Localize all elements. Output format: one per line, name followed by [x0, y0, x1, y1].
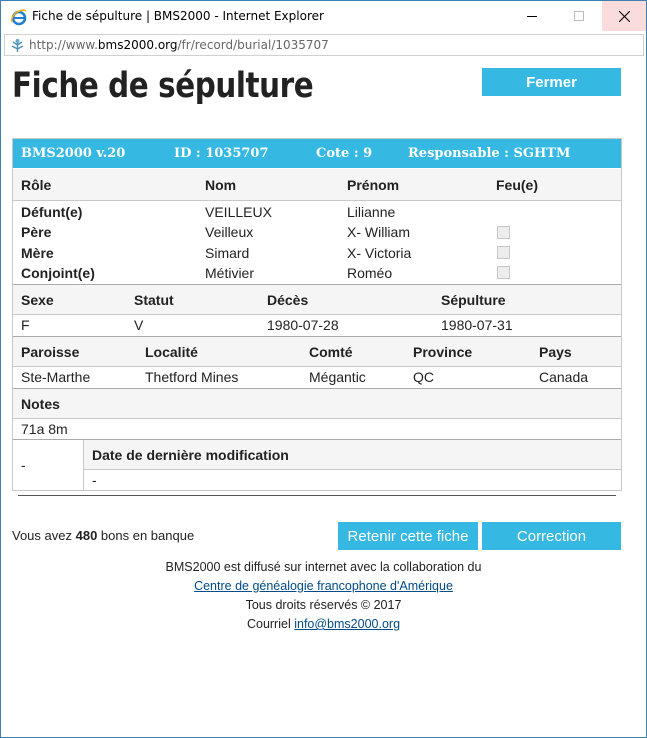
footer-email-line: Courriel info@bms2000.org [246, 617, 401, 631]
window-titlebar: Fiche de sépulture | BMS2000 - Internet … [0, 0, 647, 32]
person-prenom: Lilianne [347, 204, 396, 220]
header-sexe: Sexe [21, 292, 54, 308]
person-nom: Métivier [205, 265, 255, 281]
value-pays: Canada [539, 369, 589, 385]
keep-record-button[interactable]: Retenir cette fiche [338, 522, 478, 550]
feu-checkbox-pere [497, 226, 510, 239]
bons-balance: Vous avez 480 bons en banque [12, 528, 195, 543]
person-prenom: X- Victoria [347, 245, 412, 261]
location-header-row: Paroisse Localité Comté Province Pays [13, 337, 621, 366]
header-localite: Localité [145, 344, 198, 360]
value-statut: V [134, 317, 144, 333]
person-nom: Veilleux [205, 224, 254, 240]
feu-checkbox-mere [497, 246, 510, 259]
value-paroisse: Ste-Marthe [21, 369, 91, 385]
header-role: Rôle [21, 177, 52, 193]
person-role: Défunt(e) [21, 204, 83, 220]
person-prenom: X- William [347, 224, 410, 240]
header-nom: Nom [205, 177, 237, 193]
header-deces: Décès [267, 292, 309, 308]
divider [18, 495, 616, 496]
correction-button[interactable]: Correction [482, 522, 621, 550]
maximize-icon [574, 11, 584, 21]
page-title: Fiche de sépulture [12, 66, 314, 106]
address-field[interactable]: http://www.bms2000.org/fr/record/burial/… [4, 34, 644, 56]
header-prenom: Prénom [347, 177, 400, 193]
value-sexe: F [21, 317, 30, 333]
value-province: QC [413, 369, 434, 385]
minimize-icon [527, 16, 537, 17]
close-icon [619, 10, 630, 22]
value-localite: Thetford Mines [145, 369, 239, 385]
header-comte: Comté [309, 344, 353, 360]
close-button[interactable]: Fermer [482, 68, 621, 96]
window-close-button[interactable] [602, 1, 647, 31]
value-sepulture: 1980-07-31 [441, 317, 513, 333]
bons-count: 480 [75, 528, 98, 543]
minimize-button[interactable] [509, 1, 555, 31]
person-role: Père [21, 224, 52, 240]
modification-left-value: - [21, 457, 26, 473]
feu-checkbox-conjoint [497, 266, 510, 279]
modification-header-row: Date de dernière modification [84, 440, 621, 469]
address-url: http://www.bms2000.org/fr/record/burial/… [29, 38, 329, 52]
email-link[interactable]: info@bms2000.org [294, 617, 400, 631]
site-favicon-icon [11, 39, 24, 52]
person-nom: Simard [205, 245, 250, 261]
header-sepulture: Sépulture [441, 292, 506, 308]
notes-header-row: Notes [13, 389, 621, 418]
record-id: ID : 1035707 [174, 146, 269, 161]
person-nom: VEILLEUX [205, 204, 272, 220]
value-comte: Mégantic [309, 369, 366, 385]
persons-header-row: Rôle Nom Prénom Feu(e) [13, 169, 621, 200]
person-prenom: Roméo [347, 265, 393, 281]
header-modification: Date de dernière modification [92, 447, 289, 463]
centre-genealogie-link[interactable]: Centre de généalogie francophone d'Améri… [194, 579, 453, 593]
header-statut: Statut [134, 292, 174, 308]
header-feu: Feu(e) [496, 177, 538, 193]
footer-line-centre: Centre de généalogie francophone d'Améri… [1, 579, 646, 593]
record-header: BMS2000 v.20 ID : 1035707 Cote : 9 Respo… [13, 139, 621, 168]
details-header-row: Sexe Statut Décès Sépulture [13, 285, 621, 314]
address-bar: http://www.bms2000.org/fr/record/burial/… [1, 32, 646, 58]
maximize-button[interactable] [556, 1, 602, 31]
modification-value: - [92, 472, 97, 488]
person-role: Mère [21, 245, 54, 261]
window-title: Fiche de sépulture | BMS2000 - Internet … [32, 9, 324, 23]
record-responsable: Responsable : SGHTM [408, 146, 571, 161]
footer-line-collaboration: BMS2000 est diffusé sur internet avec la… [165, 560, 482, 574]
burial-record: BMS2000 v.20 ID : 1035707 Cote : 9 Respo… [12, 138, 622, 491]
person-role: Conjoint(e) [21, 265, 95, 281]
page-content: Fiche de sépulture Fermer BMS2000 v.20 I… [1, 58, 646, 737]
header-paroisse: Paroisse [21, 344, 80, 360]
notes-value: 71a 8m [21, 421, 68, 437]
record-version: BMS2000 v.20 [21, 146, 126, 161]
header-province: Province [413, 344, 473, 360]
record-cote: Cote : 9 [316, 146, 373, 161]
header-notes: Notes [21, 396, 60, 412]
internet-explorer-icon [11, 9, 27, 26]
value-deces: 1980-07-28 [267, 317, 339, 333]
footer-copyright: Tous droits réservés © 2017 [245, 598, 402, 612]
header-pays: Pays [539, 344, 572, 360]
